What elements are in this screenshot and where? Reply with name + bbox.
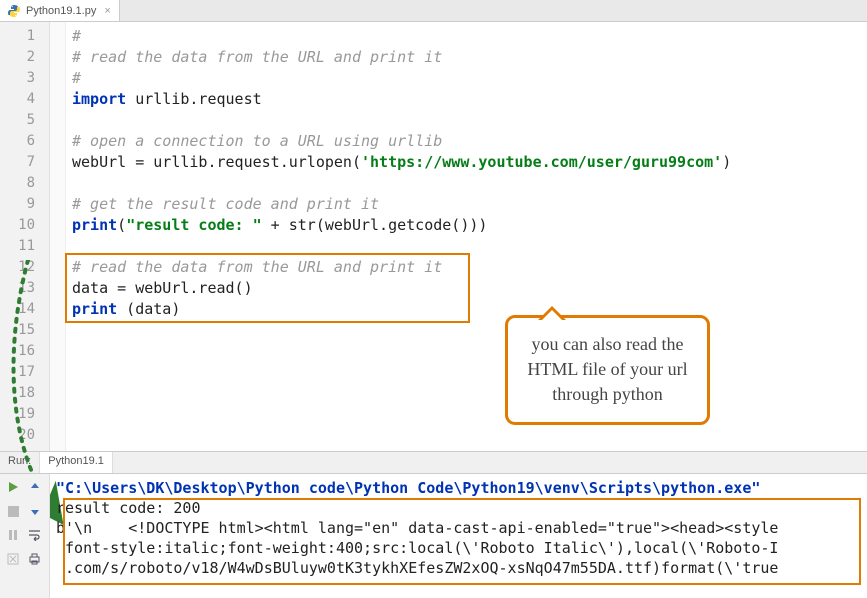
close-icon[interactable]: × (104, 5, 110, 17)
python-file-icon (8, 5, 22, 17)
rerun-button[interactable] (4, 478, 22, 496)
stop-button[interactable] (4, 502, 22, 520)
annotation-callout-text: you can also read the HTML file of your … (527, 334, 687, 404)
line-number: 10 (0, 215, 49, 236)
scroll-down-button[interactable] (26, 502, 44, 520)
line-number: 20 (0, 425, 49, 446)
editor-area: 1234567891011121314151617181920 # # read… (0, 22, 867, 452)
line-number: 5 (0, 110, 49, 131)
fold-gutter (50, 22, 66, 451)
run-panel-tabbar: Run: Python19.1 (0, 452, 867, 474)
line-number: 19 (0, 404, 49, 425)
line-number: 4 (0, 89, 49, 110)
run-panel-label: Run: (0, 452, 40, 473)
editor-tab[interactable]: Python19.1.py × (0, 0, 120, 21)
line-number: 13 (0, 278, 49, 299)
console-output[interactable]: "C:\Users\DK\Desktop\Python code\Python … (50, 474, 867, 598)
editor-tabbar: Python19.1.py × (0, 0, 867, 22)
exit-button[interactable] (4, 550, 22, 568)
run-config-tab[interactable]: Python19.1 (40, 452, 113, 473)
line-number-gutter: 1234567891011121314151617181920 (0, 22, 50, 451)
line-number: 9 (0, 194, 49, 215)
pause-button[interactable] (4, 526, 22, 544)
line-number: 3 (0, 68, 49, 89)
line-number: 12 (0, 257, 49, 278)
print-button[interactable] (26, 550, 44, 568)
soft-wrap-button[interactable] (26, 526, 44, 544)
line-number: 14 (0, 299, 49, 320)
line-number: 17 (0, 362, 49, 383)
line-number: 16 (0, 341, 49, 362)
line-number: 11 (0, 236, 49, 257)
run-toolbar (0, 474, 50, 598)
line-number: 18 (0, 383, 49, 404)
editor-tab-label: Python19.1.py (26, 5, 96, 17)
line-number: 7 (0, 152, 49, 173)
line-number: 8 (0, 173, 49, 194)
line-number: 2 (0, 47, 49, 68)
scroll-up-button[interactable] (26, 478, 44, 496)
annotation-callout: you can also read the HTML file of your … (505, 315, 710, 425)
line-number: 15 (0, 320, 49, 341)
run-panel: "C:\Users\DK\Desktop\Python code\Python … (0, 474, 867, 598)
code-editor[interactable]: # # read the data from the URL and print… (66, 22, 867, 451)
line-number: 1 (0, 26, 49, 47)
line-number: 6 (0, 131, 49, 152)
